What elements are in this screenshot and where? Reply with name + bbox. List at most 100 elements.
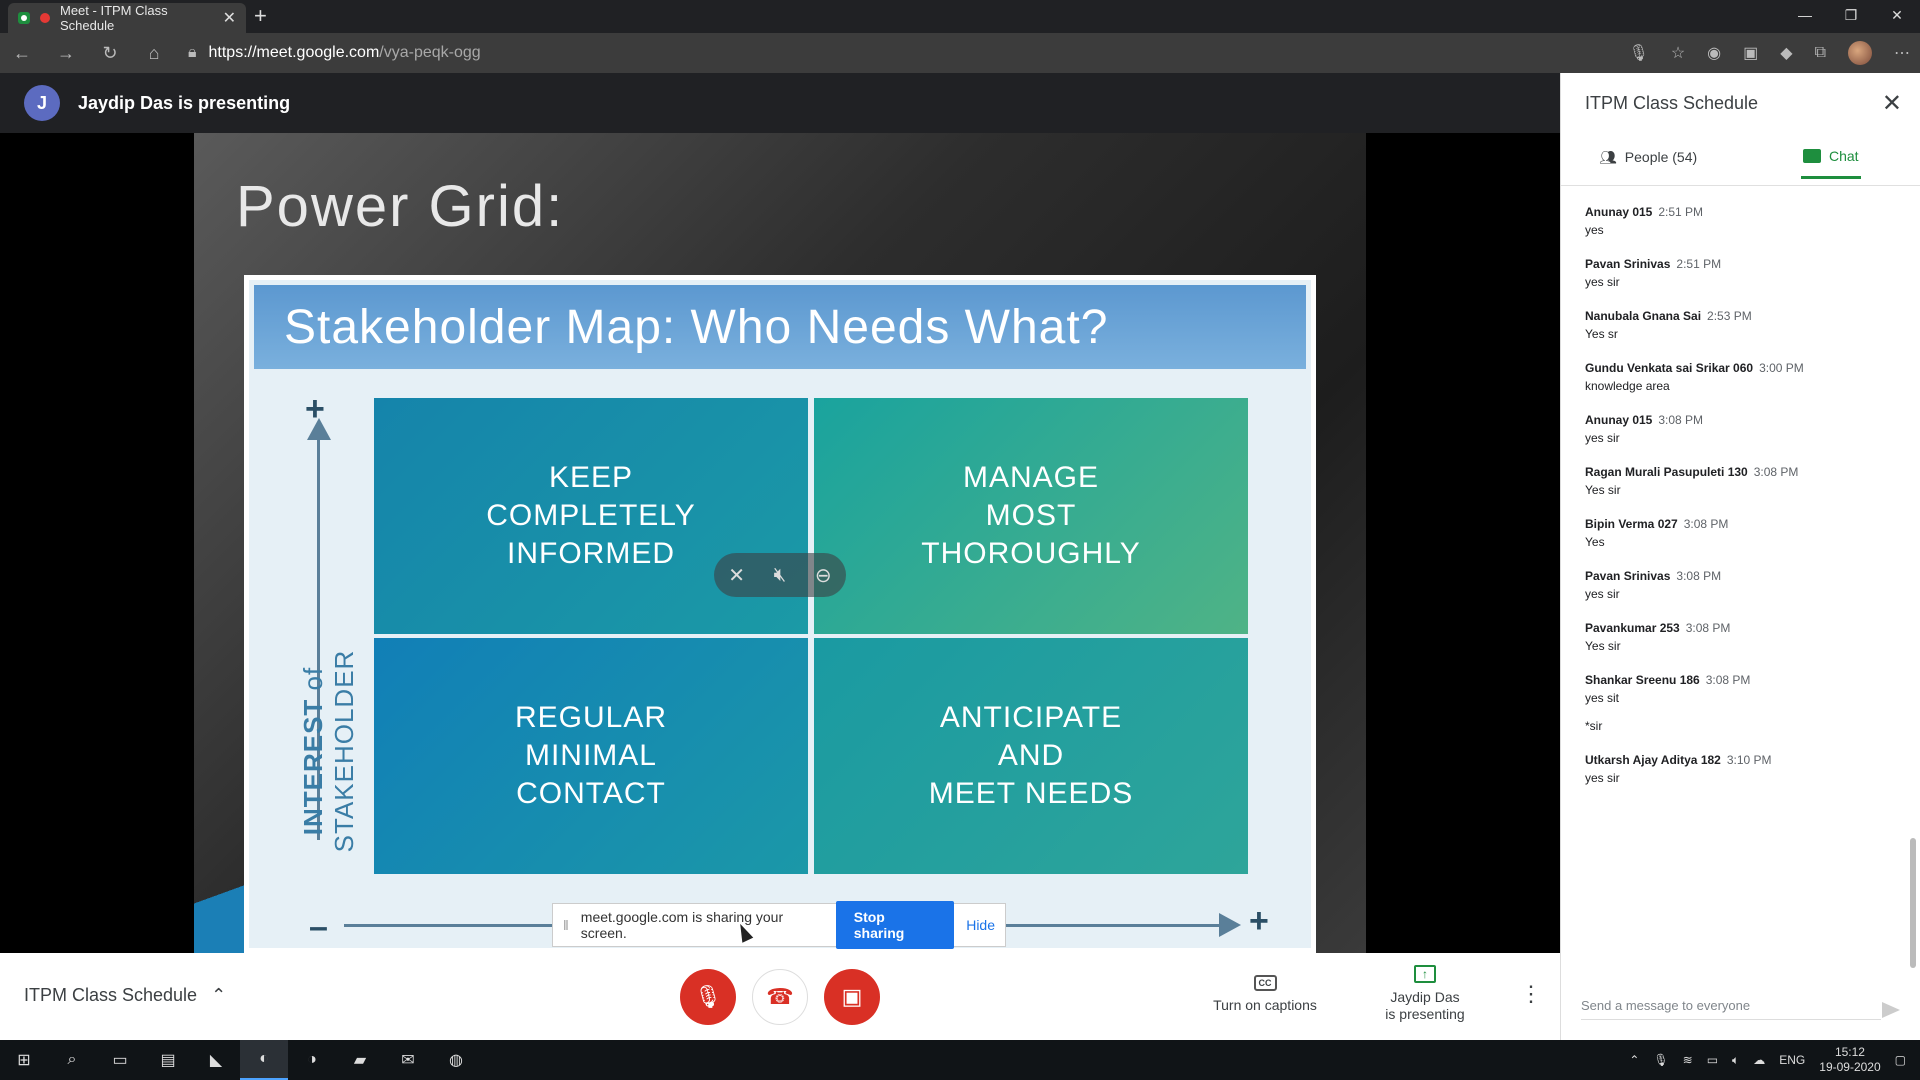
url-field[interactable]: 🔒︎ https://meet.google.com/vya-peqk-ogg	[188, 44, 481, 62]
x-axis-arrow	[1219, 913, 1241, 937]
profile-avatar[interactable]	[1848, 41, 1872, 65]
clock[interactable]: 15:12 19-09-2020	[1819, 1045, 1880, 1075]
tab-people[interactable]: 👥︎ People (54)	[1599, 135, 1697, 179]
task-view-icon[interactable]: ▭	[96, 1040, 144, 1080]
microphone-toggle-button[interactable]: 🎙︎	[680, 969, 736, 1025]
terminal-icon[interactable]: ▤	[144, 1040, 192, 1080]
chat-message-header: Pavankumar 253 3:08 PM	[1585, 621, 1905, 635]
chat-message-header: Pavan Srinivas 3:08 PM	[1585, 569, 1905, 583]
vscode-icon[interactable]: ◣	[192, 1040, 240, 1080]
presenter-avatar: J	[24, 85, 60, 121]
chat-time: 3:10 PM	[1726, 753, 1772, 767]
new-tab-button[interactable]: +	[254, 3, 267, 29]
url-host: https://meet.google.com	[208, 44, 380, 61]
presenting-button[interactable]: ↑ Jaydip Das is presenting	[1360, 965, 1490, 1023]
chat-message-header: Anunay 015 3:08 PM	[1585, 413, 1905, 427]
captions-button[interactable]: CC Turn on captions	[1200, 973, 1330, 1013]
microphone-icon[interactable]: 🎙︎	[1629, 43, 1649, 63]
presenting-label: Jaydip Das is presenting	[1385, 989, 1465, 1022]
chat-message-header: Anunay 015 2:51 PM	[1585, 205, 1905, 219]
chat-compose-input[interactable]: Send a message to everyone	[1581, 992, 1881, 1020]
chat-scrollbar[interactable]	[1910, 838, 1916, 968]
chat-text: yes sir	[1585, 275, 1620, 289]
refresh-icon[interactable]: ↻	[88, 43, 132, 64]
volume-icon[interactable]: 🔈︎	[1732, 1053, 1739, 1068]
minimize-icon[interactable]: —	[1782, 0, 1828, 30]
clock-time: 15:12	[1834, 1045, 1865, 1059]
chat-message-header: Nanubala Gnana Sai 2:53 PM	[1585, 309, 1905, 323]
close-tab-icon[interactable]: ✕	[223, 8, 236, 28]
url-path: /vya-peqk-ogg	[379, 44, 481, 61]
close-window-icon[interactable]: ✕	[1874, 0, 1920, 30]
mute-tile-icon[interactable]: 🔇︎	[774, 564, 787, 587]
stakeholder-map-card: Stakeholder Map: Who Needs What? + INTER…	[244, 275, 1316, 953]
tray-chevron-icon[interactable]: ⌃	[1629, 1053, 1639, 1067]
mail-icon[interactable]: ✉	[384, 1040, 432, 1080]
camera-toggle-button[interactable]: ▣	[824, 969, 880, 1025]
browser-toolbar-right: 🎙︎ ☆ ◉ ▣ ◆ ⧉ ⋯	[1629, 33, 1910, 73]
favorite-star-icon[interactable]: ☆	[1671, 43, 1685, 63]
chat-sender: Anunay 015	[1585, 413, 1653, 427]
chevron-up-icon: ⌃	[211, 985, 227, 1005]
meeting-details-toggle[interactable]: ITPM Class Schedule ⌃	[24, 985, 226, 1006]
meeting-controls-bar: ITPM Class Schedule ⌃ 🎙︎ ☎︎ ▣ CC Turn on…	[0, 953, 1560, 1040]
leave-call-button[interactable]: ☎︎	[752, 969, 808, 1025]
drag-handle-icon[interactable]: ‖	[563, 917, 569, 933]
captions-icon: CC	[1253, 975, 1277, 991]
onedrive-icon[interactable]: ☁︎	[1753, 1053, 1765, 1067]
captions-label: Turn on captions	[1213, 997, 1317, 1013]
tab-chat[interactable]: Chat	[1801, 135, 1861, 179]
chat-sender: Ragan Murali Pasupuleti 130	[1585, 465, 1748, 479]
chat-message-header: Ragan Murali Pasupuleti 130 3:08 PM	[1585, 465, 1905, 479]
chat-text: Yes sr	[1585, 327, 1618, 341]
unpin-icon[interactable]: ✕	[728, 563, 745, 588]
whatsapp-icon[interactable]: ◍	[432, 1040, 480, 1080]
chat-tab-label: Chat	[1829, 147, 1859, 164]
panel-title: ITPM Class Schedule	[1585, 93, 1759, 113]
address-bar-row: ← → ↻ ⌂ 🔒︎ https://meet.google.com/vya-p…	[0, 33, 1920, 73]
restore-icon[interactable]: ❐	[1828, 0, 1874, 30]
y-axis-label: INTEREST of STAKEHOLDER	[298, 601, 360, 901]
edge-icon[interactable]: ◐	[240, 1040, 288, 1080]
remove-tile-icon[interactable]: ⊖	[815, 563, 832, 588]
hide-notice-button[interactable]: Hide	[966, 917, 995, 933]
puzzle-extension-icon[interactable]: ◆	[1780, 43, 1792, 63]
chat-text: yes sir	[1585, 771, 1620, 785]
browser-tab-strip: Meet - ITPM Class Schedule ✕ + — ❐ ✕	[0, 0, 1920, 33]
browser-tab-meet[interactable]: Meet - ITPM Class Schedule ✕	[8, 3, 246, 33]
chat-message: Pavankumar 253 3:08 PM Yes sir	[1585, 621, 1905, 653]
collections-icon[interactable]: ⧉	[1815, 44, 1826, 62]
chat-sender: Pavan Srinivas	[1585, 569, 1671, 583]
start-icon[interactable]: ⊞	[0, 1040, 48, 1080]
forward-icon[interactable]: →	[44, 43, 88, 64]
stop-sharing-button[interactable]: Stop sharing	[835, 901, 955, 949]
home-icon[interactable]: ⌂	[132, 43, 176, 64]
tray-mic-icon[interactable]: 🎙︎	[1653, 1053, 1668, 1067]
extension-icon[interactable]: ◉	[1707, 43, 1721, 63]
chat-text: yes sit	[1585, 691, 1620, 705]
chat-messages: Anunay 015 2:51 PM yes Pavan Srinivas 2:51 P…	[1585, 205, 1905, 805]
search-icon[interactable]: ⌕	[48, 1040, 96, 1080]
window-controls: — ❐ ✕	[1782, 0, 1920, 30]
more-options-icon[interactable]: ⋮	[1520, 981, 1542, 1007]
chat-time: 2:53 PM	[1707, 309, 1752, 323]
wifi-icon[interactable]: ≋	[1683, 1053, 1693, 1067]
x-axis-plus: +	[1249, 902, 1269, 940]
edge-beta-icon[interactable]: ◑	[288, 1040, 336, 1080]
quadrant-minimal-contact: REGULAR MINIMAL CONTACT	[374, 638, 808, 874]
tile-hover-controls: ✕ 🔇︎ ⊖	[714, 553, 846, 597]
notifications-icon[interactable]: ▢	[1895, 1053, 1906, 1067]
back-icon[interactable]: ←	[0, 43, 44, 64]
card-title: Stakeholder Map: Who Needs What?	[254, 285, 1306, 369]
settings-more-icon[interactable]: ⋯	[1894, 43, 1910, 63]
media-icon[interactable]: ▣	[1743, 43, 1758, 63]
clock-date: 19-09-2020	[1819, 1060, 1881, 1074]
send-icon[interactable]	[1882, 1002, 1900, 1018]
share-notice-text: meet.google.com is sharing your screen.	[580, 909, 784, 941]
close-panel-icon[interactable]: ✕	[1882, 89, 1902, 118]
battery-icon[interactable]: ▭	[1707, 1053, 1718, 1067]
language-indicator[interactable]: ENG	[1779, 1053, 1805, 1067]
file-explorer-icon[interactable]: ▰	[336, 1040, 384, 1080]
chat-sender: Anunay 015	[1585, 205, 1653, 219]
chat-text: Yes sir	[1585, 639, 1621, 653]
